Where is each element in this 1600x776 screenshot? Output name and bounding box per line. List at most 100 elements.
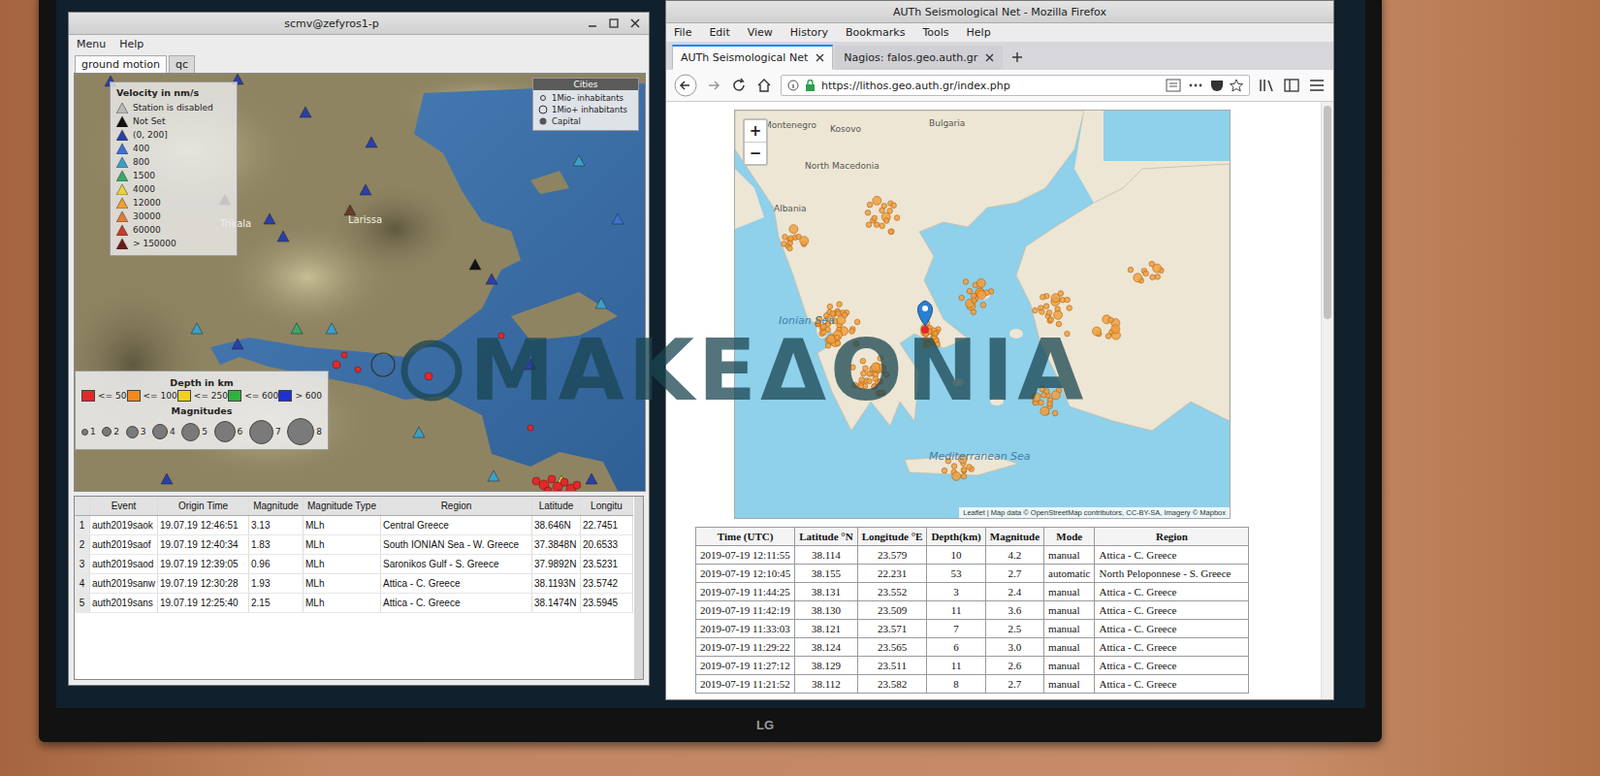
table-cell: 2019-07-19 11:44:25 — [696, 582, 796, 602]
leaflet-map[interactable]: MontenegroKosovoBulgariaNorth MacedoniaA… — [735, 110, 1230, 518]
close-tab-icon[interactable] — [985, 53, 994, 63]
table-cell: 4 — [74, 574, 91, 593]
table-row[interactable]: 2019-07-19 11:29:2238.12423.56563.0manua… — [696, 638, 1249, 657]
legend-label: 3 — [140, 426, 147, 437]
home-icon[interactable] — [755, 76, 773, 95]
info-icon[interactable] — [787, 79, 800, 92]
title-bar[interactable]: scmv@zefyros1-p — [68, 12, 649, 35]
legend-label: 400 — [132, 143, 150, 154]
column-header[interactable]: Event — [90, 496, 159, 515]
column-header[interactable]: Magnitude Type — [303, 496, 382, 515]
column-header: Latitude °N — [795, 527, 858, 546]
sidebar-icon[interactable] — [1282, 77, 1301, 94]
station-map[interactable]: TrikalaLarissaVelocity in nm/sStation is… — [73, 72, 646, 492]
legend-label: 7 — [275, 426, 282, 437]
table-row[interactable]: 2019-07-19 11:44:2538.13123.55232.4manua… — [696, 582, 1249, 602]
browser-tab[interactable]: Nagios: falos.geo.auth.gr — [834, 45, 1003, 70]
library-icon[interactable] — [1257, 77, 1276, 94]
table-row[interactable]: 2019-07-19 11:21:5238.11223.58282.7manua… — [696, 674, 1249, 694]
station-triangle-icon — [116, 184, 128, 195]
table-cell: 0.96 — [249, 554, 304, 574]
station-triangle-icon — [116, 224, 128, 236]
menu-item[interactable]: File — [673, 26, 692, 39]
table-cell: 38.121 — [795, 619, 858, 639]
menu-item[interactable]: Menu — [76, 37, 106, 51]
legend-item: 60000 — [116, 223, 231, 237]
tab[interactable]: ground motion — [74, 55, 167, 73]
scrollbar[interactable] — [634, 496, 643, 679]
earthquake-map[interactable]: MontenegroKosovoBulgariaNorth MacedoniaA… — [734, 109, 1231, 519]
depth-legend: Depth in km<= 50<= 100<= 250<= 600> 600M… — [74, 370, 329, 450]
column-header[interactable]: Region — [381, 496, 533, 515]
location-pin-icon[interactable] — [918, 300, 933, 334]
minimize-icon[interactable] — [586, 17, 599, 30]
menu-item[interactable]: View — [747, 26, 773, 39]
table-row[interactable]: 2019-07-19 12:10:4538.15522.231532.7auto… — [696, 564, 1249, 583]
menu-item[interactable]: Help — [966, 26, 992, 39]
close-tab-icon[interactable] — [815, 53, 825, 63]
column-header[interactable]: Longitu — [580, 496, 634, 515]
scroll-thumb[interactable] — [1323, 105, 1332, 320]
legend-item: 4 — [152, 423, 176, 440]
zoom-button[interactable]: − — [744, 141, 767, 164]
column-header[interactable]: Magnitude — [249, 496, 304, 515]
table-row[interactable]: 4auth2019sanw19.07.19 12:30:281.93MLhAtt… — [74, 574, 634, 594]
table-cell: auth2019saod — [90, 554, 159, 574]
bookmark-star-icon[interactable] — [1229, 78, 1244, 93]
table-cell: South IONIAN Sea - W. Greece — [381, 535, 533, 554]
menu-item[interactable]: Tools — [922, 26, 949, 39]
table-cell: 23.565 — [857, 638, 928, 657]
table-row[interactable]: 5auth2019sans19.07.19 12:25:402.15MLhAtt… — [74, 593, 634, 613]
table-row[interactable]: 2auth2019saof19.07.19 12:40:341.83MLhSou… — [74, 535, 634, 555]
legend-label: > 150000 — [132, 238, 177, 249]
magnitude-circle — [101, 426, 112, 437]
menu-item[interactable]: Edit — [708, 26, 730, 39]
table-cell: 11 — [927, 656, 986, 675]
table-cell: MLh — [303, 593, 382, 612]
tab[interactable]: qc — [168, 55, 195, 73]
column-header[interactable]: Origin Time — [158, 496, 250, 515]
table-row[interactable]: 3auth2019saod19.07.19 12:39:050.96MLhSar… — [74, 554, 634, 575]
browser-tab[interactable]: AUTh Seismological Net — [672, 44, 833, 70]
menu-item[interactable]: Help — [119, 37, 144, 51]
scrollbar[interactable] — [1320, 101, 1334, 700]
maximize-icon[interactable] — [608, 17, 620, 30]
table-row[interactable]: 1auth2019saok19.07.19 12:46:513.13MLhCen… — [74, 515, 634, 536]
legend-title: Depth in km — [81, 377, 322, 388]
column-header[interactable]: Latitude — [532, 496, 581, 515]
table-cell: Attica - C. Greece — [381, 593, 533, 612]
legend-item: > 600 — [278, 389, 322, 402]
legend-label: 1 — [90, 426, 96, 437]
menu-item[interactable]: History — [790, 26, 829, 39]
table-row[interactable]: 2019-07-19 11:42:1938.13023.509113.6manu… — [696, 601, 1249, 620]
magnitude-circle — [81, 428, 89, 436]
scmv-window[interactable]: scmv@zefyros1-p Menu Help ground motionqcTr… — [67, 11, 650, 686]
zoom-button[interactable]: + — [744, 120, 767, 142]
table-cell: 38.124 — [795, 638, 858, 657]
table-cell: 1 — [74, 515, 91, 535]
table-cell: MLh — [303, 515, 382, 535]
table-row[interactable]: 2019-07-19 11:27:1238.12923.511112.6manu… — [696, 656, 1249, 675]
url-field[interactable]: https://lithos.geo.auth.gr/index.php — [780, 74, 1250, 96]
table-row[interactable]: 2019-07-19 11:33:0338.12123.57172.5manua… — [696, 619, 1249, 639]
new-tab-icon[interactable] — [1010, 50, 1024, 64]
back-icon[interactable] — [673, 73, 698, 97]
close-icon[interactable] — [629, 17, 641, 30]
title-bar[interactable]: AUTh Seismological Net - Mozilla Firefox — [666, 0, 1334, 24]
table-cell: manual — [1044, 545, 1095, 565]
table-cell: 2.7 — [985, 674, 1044, 694]
table-cell: manual — [1044, 582, 1095, 602]
legend-label: 1500 — [132, 170, 156, 181]
table-cell: Attica - C. Greece — [1094, 582, 1249, 602]
page-actions-icon[interactable] — [1186, 78, 1205, 93]
reload-icon[interactable] — [730, 76, 748, 95]
firefox-window[interactable]: AUTh Seismological Net - Mozilla Firefox… — [665, 0, 1335, 701]
forward-icon[interactable] — [704, 76, 723, 95]
menu-item[interactable]: Bookmarks — [845, 26, 905, 39]
column-header[interactable] — [74, 496, 91, 515]
table-row[interactable]: 2019-07-19 12:11:5538.11423.579104.2manu… — [696, 545, 1249, 565]
pocket-icon[interactable] — [1210, 78, 1224, 93]
depth-swatch — [177, 389, 192, 402]
hamburger-menu-icon[interactable] — [1308, 77, 1326, 94]
reader-view-icon[interactable] — [1165, 78, 1182, 93]
